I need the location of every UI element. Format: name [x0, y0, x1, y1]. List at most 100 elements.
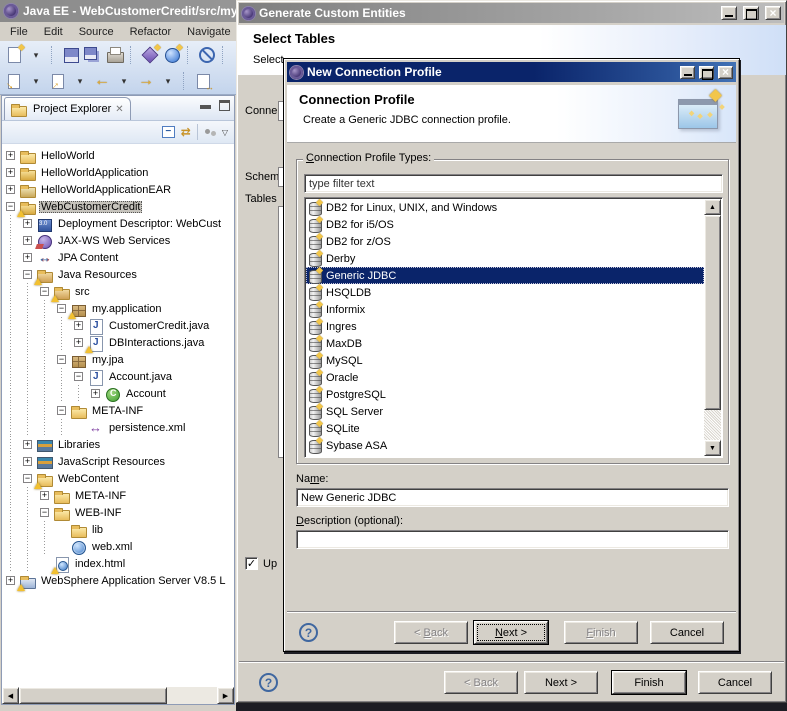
tree-item-meta-inf[interactable]: +META-INF: [2, 487, 234, 504]
help-icon[interactable]: ?: [259, 673, 278, 692]
tree-item-webcustomercredit[interactable]: −WebCustomerCredit: [2, 198, 234, 215]
profile-type-mysql[interactable]: MySQL: [306, 352, 704, 369]
tree-item-dbinteractions-java[interactable]: +DBInteractions.java: [2, 334, 234, 351]
name-input[interactable]: [296, 488, 729, 507]
tree-item-web-inf[interactable]: −WEB-INF: [2, 504, 234, 521]
maximize-icon[interactable]: [699, 66, 714, 79]
minimize-view-icon[interactable]: [200, 105, 211, 109]
dropdown-icon[interactable]: [26, 71, 46, 91]
profile-type-sql-server[interactable]: SQL Server: [306, 403, 704, 420]
collapse-icon[interactable]: −: [57, 304, 66, 313]
collapse-icon[interactable]: −: [23, 270, 32, 279]
new-java-wizard-icon[interactable]: [140, 45, 160, 65]
tree-item-libraries[interactable]: +Libraries: [2, 436, 234, 453]
profile-type-db2-for-z-os[interactable]: DB2 for z/OS: [306, 233, 704, 250]
collapse-icon[interactable]: −: [40, 508, 49, 517]
tree-item-my-jpa[interactable]: −my.jpa: [2, 351, 234, 368]
profile-type-hsqldb[interactable]: HSQLDB: [306, 284, 704, 301]
view-menu-icon[interactable]: [204, 128, 216, 136]
profile-type-oracle[interactable]: Oracle: [306, 369, 704, 386]
scroll-right-icon[interactable]: ▶: [217, 687, 234, 704]
expand-icon[interactable]: +: [23, 236, 32, 245]
minimize-icon[interactable]: [721, 6, 737, 20]
back-button[interactable]: < Back: [394, 621, 468, 644]
tree-item-index-html[interactable]: index.html: [2, 555, 234, 572]
scroll-down-icon[interactable]: ▼: [704, 440, 721, 456]
profile-type-informix[interactable]: Informix: [306, 301, 704, 318]
expand-icon[interactable]: +: [91, 389, 100, 398]
collapse-icon[interactable]: −: [6, 202, 15, 211]
menu-source[interactable]: Source: [71, 24, 122, 40]
tree-item-my-application[interactable]: −my.application: [2, 300, 234, 317]
tree-item-helloworld[interactable]: +HelloWorld: [2, 147, 234, 164]
horizontal-scrollbar[interactable]: ◀ ▶: [2, 687, 234, 704]
print-icon[interactable]: [105, 45, 125, 65]
tree-item-src[interactable]: −src: [2, 283, 234, 300]
tree-item-meta-inf[interactable]: −META-INF: [2, 402, 234, 419]
tree-item-lib[interactable]: lib: [2, 521, 234, 538]
dropdown-icon[interactable]: [70, 71, 90, 91]
next-button[interactable]: Next >: [524, 671, 598, 694]
profile-type-db2-for-i5-os[interactable]: DB2 for i5/OS: [306, 216, 704, 233]
profile-type-ingres[interactable]: Ingres: [306, 318, 704, 335]
expand-icon[interactable]: +: [23, 440, 32, 449]
tree-item-account-java[interactable]: −Account.java: [2, 368, 234, 385]
expand-icon[interactable]: +: [74, 338, 83, 347]
profile-type-sybase-asa[interactable]: Sybase ASA: [306, 437, 704, 454]
back-icon[interactable]: [92, 71, 112, 91]
tree-item-deployment-descriptor-webcust[interactable]: +Deployment Descriptor: WebCust: [2, 215, 234, 232]
description-input[interactable]: [296, 530, 729, 549]
update-persistence-checkbox[interactable]: ✓: [245, 557, 258, 570]
tree-item-helloworldapplicationear[interactable]: +HelloWorldApplicationEAR: [2, 181, 234, 198]
skip-breakpoints-icon[interactable]: [197, 45, 217, 65]
maximize-icon[interactable]: [743, 6, 759, 20]
dropdown-icon[interactable]: [26, 45, 46, 65]
collapse-icon[interactable]: −: [40, 287, 49, 296]
type-filter-input[interactable]: [304, 174, 723, 193]
tree-item-web-xml[interactable]: web.xml: [2, 538, 234, 555]
profile-type-generic-jdbc[interactable]: Generic JDBC: [306, 267, 704, 284]
profile-type-derby[interactable]: Derby: [306, 250, 704, 267]
collapse-all-icon[interactable]: −: [162, 126, 175, 138]
new-web-wizard-icon[interactable]: [162, 45, 182, 65]
close-icon[interactable]: [718, 66, 733, 79]
tree-item-javascript-resources[interactable]: +JavaScript Resources: [2, 453, 234, 470]
tab-project-explorer[interactable]: Project Explorer ✕: [4, 97, 131, 120]
expand-icon[interactable]: +: [74, 321, 83, 330]
tree-item-customercredit-java[interactable]: +CustomerCredit.java: [2, 317, 234, 334]
vertical-scrollbar[interactable]: ▲ ▼: [704, 199, 721, 456]
maximize-view-icon[interactable]: [219, 100, 230, 111]
scroll-up-icon[interactable]: ▲: [704, 199, 721, 215]
expand-icon[interactable]: +: [40, 491, 49, 500]
tree-item-persistence-xml[interactable]: persistence.xml: [2, 419, 234, 436]
tree-item-webcontent[interactable]: −WebContent: [2, 470, 234, 487]
menu-navigate[interactable]: Navigate: [179, 24, 238, 40]
expand-icon[interactable]: +: [23, 253, 32, 262]
profile-type-postgresql[interactable]: PostgreSQL: [306, 386, 704, 403]
next-button[interactable]: Next >: [474, 621, 548, 644]
cancel-button[interactable]: Cancel: [698, 671, 772, 694]
profile-type-db2-for-linux-unix-and-windows[interactable]: DB2 for Linux, UNIX, and Windows: [306, 199, 704, 216]
tree-item-jpa-content[interactable]: +JPA Content: [2, 249, 234, 266]
collapse-icon[interactable]: −: [57, 406, 66, 415]
view-menu-arrow-icon[interactable]: ▽: [222, 128, 228, 137]
collapse-icon[interactable]: −: [74, 372, 83, 381]
run-last-doc-icon[interactable]: [4, 71, 24, 91]
save-all-icon[interactable]: [83, 45, 103, 65]
scrollbar-thumb[interactable]: [19, 687, 167, 704]
import-doc-icon[interactable]: [48, 71, 68, 91]
close-tab-icon[interactable]: ✕: [115, 104, 123, 115]
finish-button[interactable]: Finish: [612, 671, 686, 694]
collapse-icon[interactable]: −: [23, 474, 32, 483]
link-with-editor-icon[interactable]: ⇄: [181, 125, 191, 139]
tree-item-java-resources[interactable]: −Java Resources: [2, 266, 234, 283]
expand-icon[interactable]: +: [6, 151, 15, 160]
expand-icon[interactable]: +: [23, 219, 32, 228]
link-with-editor-icon[interactable]: [193, 71, 213, 91]
profile-type-sqlite[interactable]: SQLite: [306, 420, 704, 437]
expand-icon[interactable]: +: [23, 457, 32, 466]
save-icon[interactable]: [61, 45, 81, 65]
menu-file[interactable]: File: [2, 24, 36, 40]
cancel-button[interactable]: Cancel: [650, 621, 724, 644]
expand-icon[interactable]: +: [6, 185, 15, 194]
